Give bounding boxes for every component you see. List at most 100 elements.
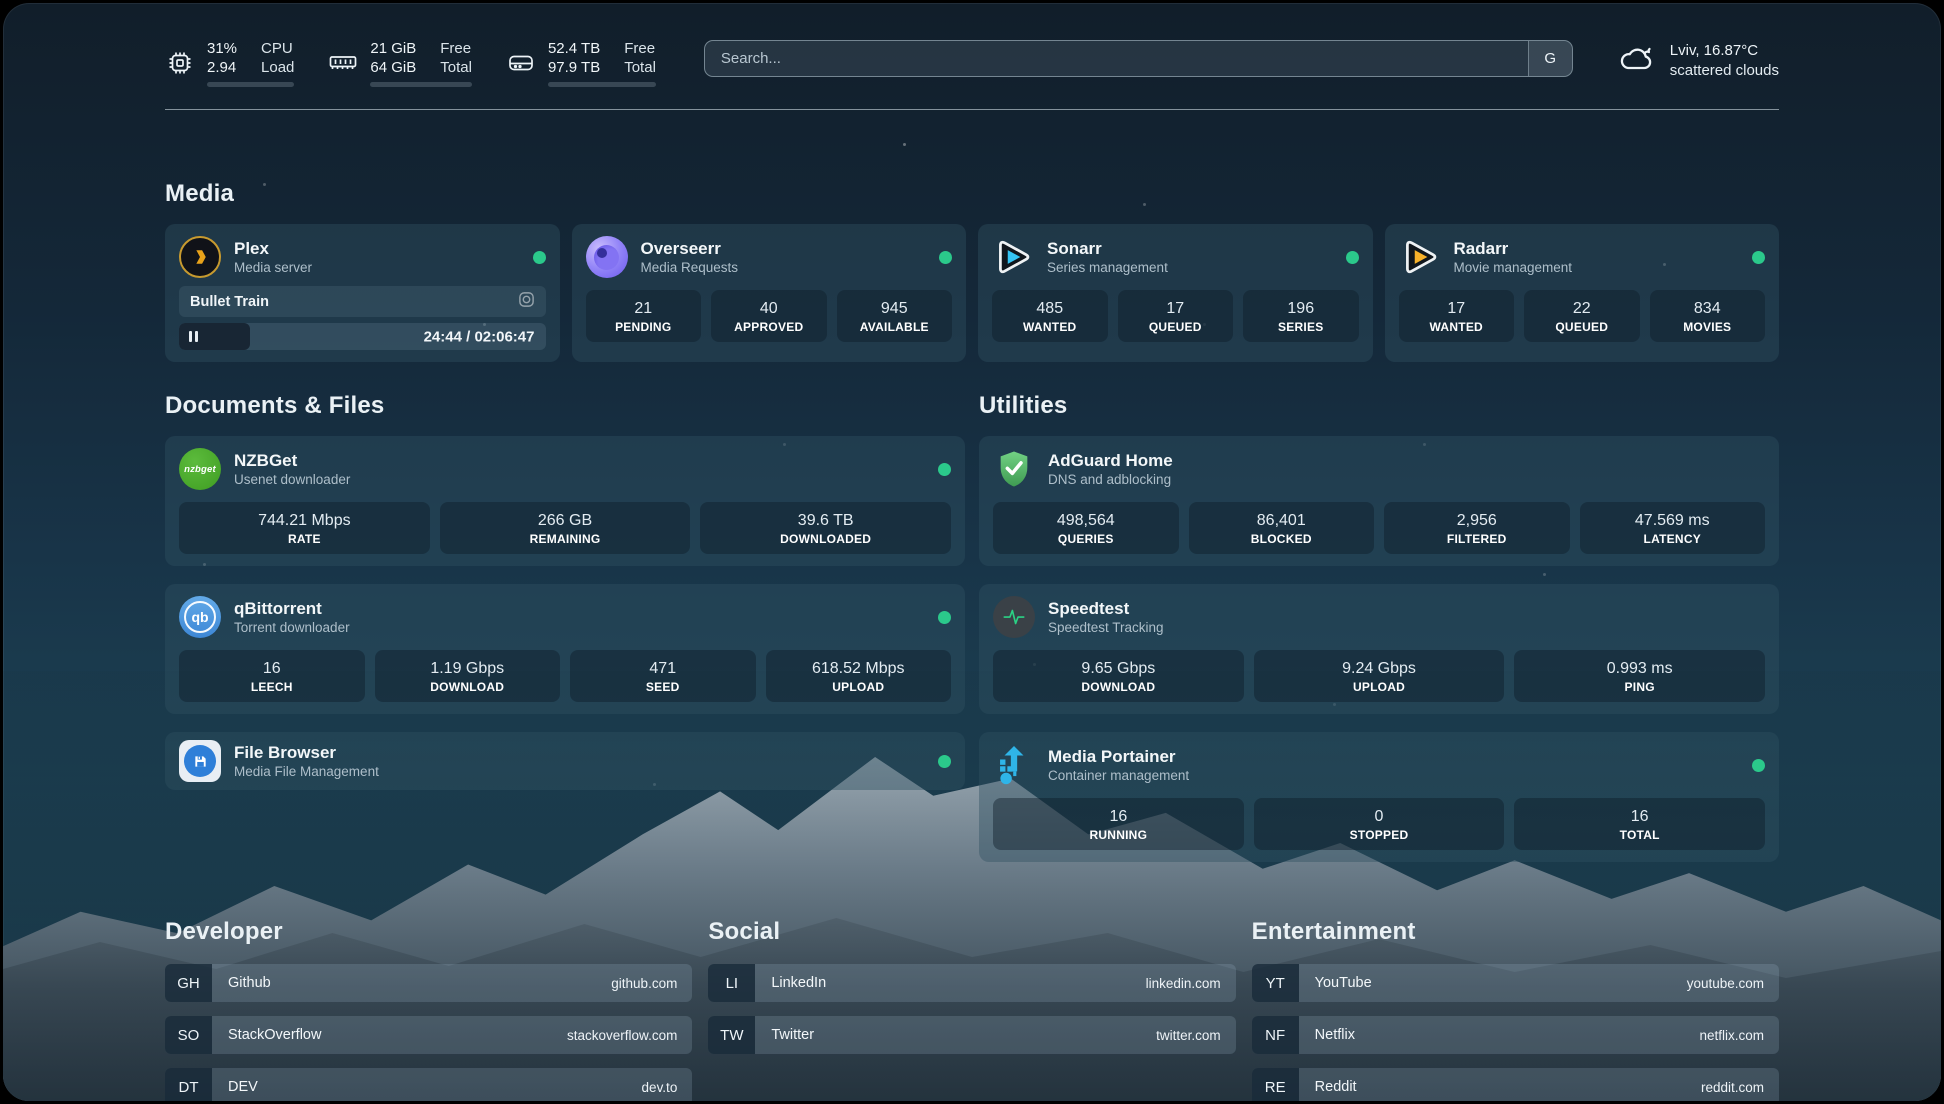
service-card-plex[interactable]: Plex Media server Bullet Train <box>165 224 560 362</box>
adguard-logo-icon <box>993 448 1035 490</box>
bookmark-twitter[interactable]: TW Twitter twitter.com <box>708 1016 1235 1054</box>
bookmark-netflix[interactable]: NF Netflix netflix.com <box>1252 1016 1779 1054</box>
now-playing-options-icon[interactable] <box>518 291 535 312</box>
memory-free: 21 GiB <box>370 39 416 58</box>
bookmark-abbr: GH <box>165 964 212 1002</box>
plex-logo-icon <box>179 236 221 278</box>
bookmark-label: LinkedIn <box>755 964 826 1002</box>
service-card-speedtest[interactable]: Speedtest Speedtest Tracking 9.65 Gbps D… <box>979 584 1779 714</box>
bookmark-url: stackoverflow.com <box>567 1016 692 1054</box>
sonarr-logo-icon <box>992 236 1034 278</box>
bookmark-dev[interactable]: DT DEV dev.to <box>165 1068 692 1101</box>
service-subtitle: DNS and adblocking <box>1048 472 1173 487</box>
stat-tile: 17 QUEUED <box>1118 290 1234 342</box>
service-card-nzbget[interactable]: nzbget NZBGet Usenet downloader 744.21 M… <box>165 436 965 566</box>
cpu-stats: 31% CPU 2.94 Load <box>207 39 294 87</box>
plex-progress-fill <box>179 323 250 350</box>
service-subtitle: Movie management <box>1454 260 1573 275</box>
speedtest-logo-icon <box>993 596 1035 638</box>
stat-tile: 22 QUEUED <box>1524 290 1640 342</box>
weather-widget: Lviv, 16.87°C scattered clouds <box>1617 41 1779 81</box>
bookmarks-grid: Developer GH Github github.com SO StackO… <box>165 918 1779 1101</box>
disk-free: 52.4 TB <box>548 39 600 58</box>
service-name: File Browser <box>234 743 379 763</box>
search-input[interactable] <box>704 40 1573 77</box>
media-grid: Plex Media server Bullet Train <box>165 224 1779 362</box>
stat-tile: 945 AVAILABLE <box>837 290 953 342</box>
service-name: Overseerr <box>641 239 739 259</box>
service-card-sonarr[interactable]: Sonarr Series management 485 WANTED 17 Q… <box>978 224 1373 362</box>
plex-playback-time: 24:44 / 02:06:47 <box>424 328 535 345</box>
stat-tile: 0 STOPPED <box>1254 798 1505 850</box>
bookmark-linkedin[interactable]: LI LinkedIn linkedin.com <box>708 964 1235 1002</box>
search-bar: G <box>704 40 1573 77</box>
section-title-utilities: Utilities <box>979 392 1779 420</box>
service-name: Radarr <box>1454 239 1573 259</box>
bookmark-youtube[interactable]: YT YouTube youtube.com <box>1252 964 1779 1002</box>
stat-tile: 485 WANTED <box>992 290 1108 342</box>
memory-total-label: Total <box>440 58 472 77</box>
search-provider-button[interactable]: G <box>1528 41 1572 76</box>
bookmark-url: netflix.com <box>1699 1016 1779 1054</box>
bookmark-url: youtube.com <box>1687 964 1779 1002</box>
service-subtitle: Speedtest Tracking <box>1048 620 1164 635</box>
bookmark-stackoverflow[interactable]: SO StackOverflow stackoverflow.com <box>165 1016 692 1054</box>
disk-widget: 52.4 TB Free 97.9 TB Total <box>506 39 656 87</box>
service-card-radarr[interactable]: Radarr Movie management 17 WANTED 22 QUE… <box>1385 224 1780 362</box>
service-card-portainer[interactable]: Media Portainer Container management 16 … <box>979 732 1779 862</box>
disk-stats: 52.4 TB Free 97.9 TB Total <box>548 39 656 87</box>
bookmark-github[interactable]: GH Github github.com <box>165 964 692 1002</box>
service-card-adguard[interactable]: AdGuard Home DNS and adblocking 498,564 … <box>979 436 1779 566</box>
disk-progress-bar <box>548 82 656 87</box>
service-subtitle: Torrent downloader <box>234 620 350 635</box>
overseerr-logo-icon <box>586 236 628 278</box>
bookmark-label: DEV <box>212 1068 258 1101</box>
bookmarks-entertainment: Entertainment YT YouTube youtube.com NF … <box>1252 918 1779 1101</box>
bookmark-abbr: DT <box>165 1068 212 1101</box>
stat-tile: 266 GB REMAINING <box>440 502 691 554</box>
stat-tile: 16 TOTAL <box>1514 798 1765 850</box>
memory-stats: 21 GiB Free 64 GiB Total <box>370 39 472 87</box>
now-playing-title: Bullet Train <box>190 294 269 310</box>
stat-tile: 618.52 Mbps UPLOAD <box>766 650 952 702</box>
memory-widget: 21 GiB Free 64 GiB Total <box>328 39 472 87</box>
service-name: Speedtest <box>1048 599 1164 619</box>
bookmark-abbr: YT <box>1252 964 1299 1002</box>
qbittorrent-logo-icon: qb <box>179 596 221 638</box>
bookmark-label: Reddit <box>1299 1068 1357 1101</box>
stat-tile: 16 RUNNING <box>993 798 1244 850</box>
status-dot-online <box>1752 759 1765 772</box>
bookmark-reddit[interactable]: RE Reddit reddit.com <box>1252 1068 1779 1101</box>
cpu-usage: 31% <box>207 39 237 58</box>
status-dot-online <box>1346 251 1359 264</box>
memory-icon <box>328 52 358 74</box>
service-card-qbittorrent[interactable]: qb qBittorrent Torrent downloader 16 LEE… <box>165 584 965 714</box>
cpu-usage-label: CPU <box>261 39 294 58</box>
bookmark-url: twitter.com <box>1156 1016 1236 1054</box>
bookmark-label: YouTube <box>1299 964 1372 1002</box>
service-card-filebrowser[interactable]: File Browser Media File Management <box>165 732 965 790</box>
documents-column: Documents & Files nzbget NZBGet Usenet d… <box>165 392 965 790</box>
stat-tile: 21 PENDING <box>586 290 702 342</box>
bookmark-label: Netflix <box>1299 1016 1355 1054</box>
dashboard-root: { "theme": { "status_online": "#2bc98b",… <box>0 0 1944 1104</box>
status-dot-online <box>939 251 952 264</box>
bookmark-label: Github <box>212 964 271 1002</box>
status-dot-online <box>533 251 546 264</box>
cpu-load-label: Load <box>261 58 294 77</box>
disk-total: 97.9 TB <box>548 58 600 77</box>
pause-icon[interactable] <box>189 331 198 342</box>
service-card-overseerr[interactable]: Overseerr Media Requests 21 PENDING 40 A… <box>572 224 967 362</box>
header-divider <box>165 109 1779 110</box>
plex-now-playing-row: Bullet Train <box>179 286 546 317</box>
status-dot-online <box>938 611 951 624</box>
portainer-logo-icon <box>993 744 1035 786</box>
service-name: qBittorrent <box>234 599 350 619</box>
cpu-load: 2.94 <box>207 58 237 77</box>
stat-tile: 17 WANTED <box>1399 290 1515 342</box>
plex-playback-progress: 24:44 / 02:06:47 <box>179 323 546 350</box>
bookmark-url: reddit.com <box>1701 1068 1779 1101</box>
bookmark-url: linkedin.com <box>1146 964 1236 1002</box>
section-title-documents: Documents & Files <box>165 392 965 420</box>
stat-tile: 471 SEED <box>570 650 756 702</box>
